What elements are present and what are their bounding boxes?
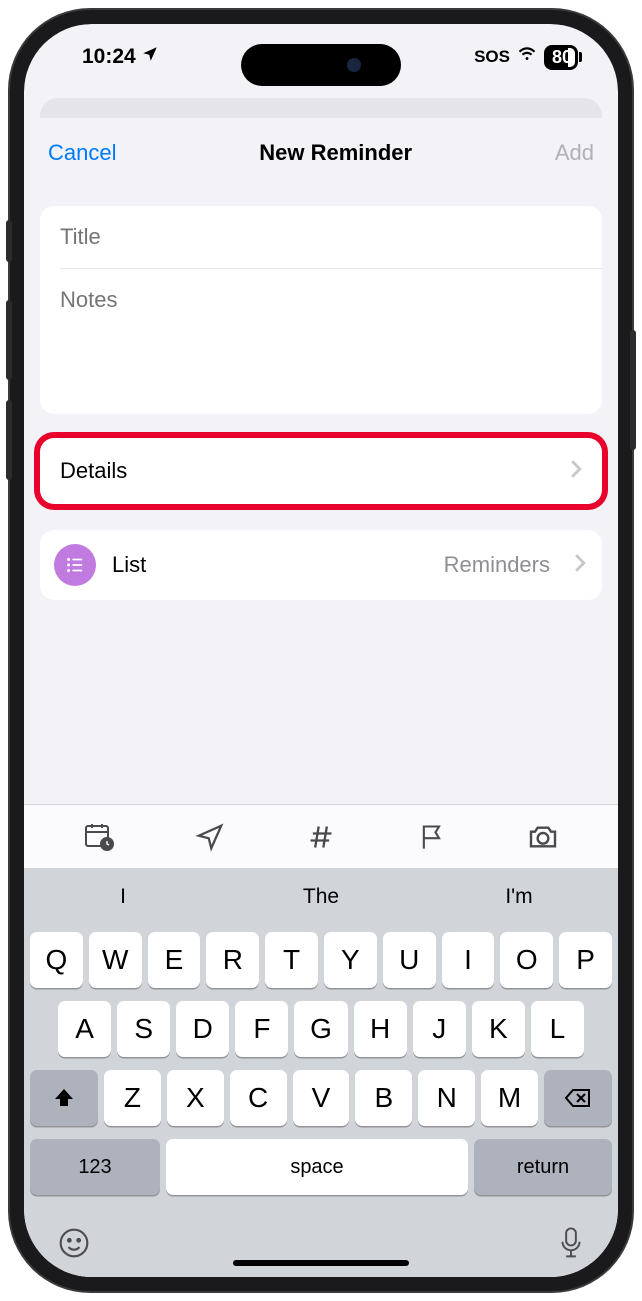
flag-icon[interactable]: [412, 817, 452, 857]
location-icon[interactable]: [190, 817, 230, 857]
key-g[interactable]: G: [294, 1001, 347, 1057]
title-input[interactable]: [40, 206, 602, 268]
title-notes-card: [40, 206, 602, 414]
key-e[interactable]: E: [148, 932, 201, 988]
home-indicator[interactable]: [233, 1260, 409, 1266]
notes-input[interactable]: [40, 269, 602, 409]
details-label: Details: [60, 458, 127, 484]
list-value: Reminders: [444, 552, 550, 578]
sheet-header: Cancel New Reminder Add: [24, 118, 618, 188]
add-button[interactable]: Add: [555, 140, 594, 166]
quick-toolbar: [24, 804, 618, 868]
shift-key[interactable]: [30, 1070, 98, 1126]
suggestion-1[interactable]: I: [24, 885, 222, 909]
key-s[interactable]: S: [117, 1001, 170, 1057]
key-f[interactable]: F: [235, 1001, 288, 1057]
camera-icon[interactable]: [523, 817, 563, 857]
list-row[interactable]: List Reminders: [40, 530, 602, 600]
key-v[interactable]: V: [293, 1070, 350, 1126]
sos-indicator: SOS: [474, 47, 510, 67]
key-r[interactable]: R: [206, 932, 259, 988]
space-key[interactable]: space: [166, 1139, 468, 1195]
key-d[interactable]: D: [176, 1001, 229, 1057]
chevron-right-icon: [570, 460, 582, 483]
status-time: 10:24: [82, 45, 136, 69]
dynamic-island: [241, 44, 401, 86]
key-x[interactable]: X: [167, 1070, 224, 1126]
key-c[interactable]: C: [230, 1070, 287, 1126]
calendar-clock-icon[interactable]: [79, 817, 119, 857]
key-j[interactable]: J: [413, 1001, 466, 1057]
list-bullet-icon: [54, 544, 96, 586]
key-l[interactable]: L: [531, 1001, 584, 1057]
suggestion-3[interactable]: I'm: [420, 885, 618, 909]
key-h[interactable]: H: [354, 1001, 407, 1057]
microphone-icon[interactable]: [558, 1226, 584, 1265]
key-q[interactable]: Q: [30, 932, 83, 988]
battery-indicator: 80: [544, 45, 578, 70]
key-t[interactable]: T: [265, 932, 318, 988]
numeric-key[interactable]: 123: [30, 1139, 160, 1195]
key-k[interactable]: K: [472, 1001, 525, 1057]
details-row[interactable]: Details: [40, 438, 602, 504]
key-b[interactable]: B: [355, 1070, 412, 1126]
sheet-title: New Reminder: [259, 140, 412, 166]
key-m[interactable]: M: [481, 1070, 538, 1126]
suggestion-2[interactable]: The: [222, 885, 420, 909]
cancel-button[interactable]: Cancel: [48, 140, 116, 166]
key-w[interactable]: W: [89, 932, 142, 988]
new-reminder-sheet: Cancel New Reminder Add Details: [24, 118, 618, 1277]
keyboard: I The I'm QWERTYUIOP ASDFGHJKL ZXCVBNM: [24, 804, 618, 1277]
backspace-key[interactable]: [544, 1070, 612, 1126]
key-z[interactable]: Z: [104, 1070, 161, 1126]
key-p[interactable]: P: [559, 932, 612, 988]
key-a[interactable]: A: [58, 1001, 111, 1057]
chevron-right-icon: [574, 554, 586, 577]
return-key[interactable]: return: [474, 1139, 612, 1195]
key-i[interactable]: I: [442, 932, 495, 988]
wifi-icon: [516, 45, 538, 69]
key-y[interactable]: Y: [324, 932, 377, 988]
location-arrow-icon: [141, 45, 159, 69]
hashtag-icon[interactable]: [301, 817, 341, 857]
emoji-icon[interactable]: [58, 1227, 90, 1264]
key-o[interactable]: O: [500, 932, 553, 988]
list-label: List: [112, 552, 428, 578]
key-n[interactable]: N: [418, 1070, 475, 1126]
keyboard-suggestions: I The I'm: [24, 868, 618, 926]
phone-frame: 10:24 SOS 80: [10, 10, 632, 1291]
key-u[interactable]: U: [383, 932, 436, 988]
